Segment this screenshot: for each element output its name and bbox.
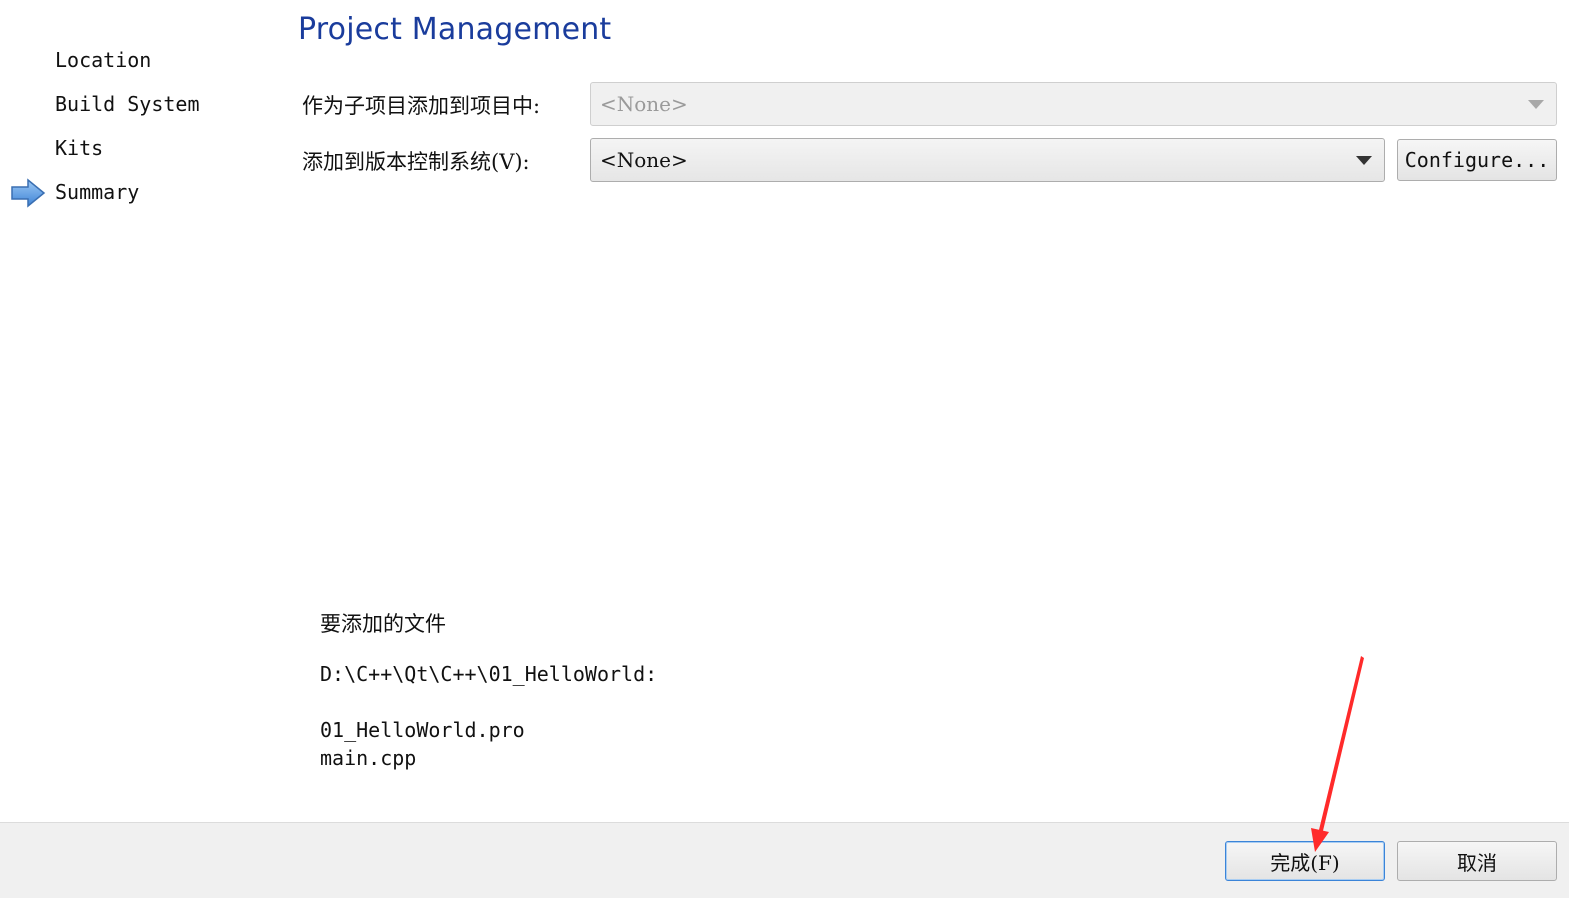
- chevron-down-icon: [1356, 156, 1372, 165]
- chevron-down-icon: [1528, 100, 1544, 109]
- files-directory: D:\C++\Qt\C++\01_HelloWorld:: [320, 662, 658, 686]
- wizard-sidebar: Location Build System Kits Summary: [0, 0, 280, 822]
- cancel-button[interactable]: 取消: [1397, 841, 1557, 881]
- file-item: 01_HelloWorld.pro: [320, 718, 525, 742]
- configure-button[interactable]: Configure...: [1397, 139, 1557, 181]
- subproject-select-value: <None>: [600, 92, 688, 116]
- page-title: Project Management: [298, 12, 612, 47]
- sidebar-step-kits: Kits: [55, 136, 104, 160]
- subproject-select[interactable]: <None>: [590, 82, 1557, 126]
- current-step-arrow-icon: [11, 178, 46, 208]
- files-heading: 要添加的文件: [320, 612, 446, 636]
- finish-button[interactable]: 完成(F): [1225, 841, 1385, 881]
- subproject-label: 作为子项目添加到项目中:: [302, 94, 541, 118]
- sidebar-step-build-system: Build System: [55, 92, 200, 116]
- file-item: main.cpp: [320, 746, 417, 770]
- vcs-label: 添加到版本控制系统(V):: [302, 150, 530, 174]
- vcs-select[interactable]: <None>: [590, 138, 1385, 182]
- sidebar-step-summary: Summary: [55, 180, 140, 204]
- sidebar-step-location: Location: [55, 48, 152, 72]
- vcs-select-value: <None>: [600, 148, 688, 172]
